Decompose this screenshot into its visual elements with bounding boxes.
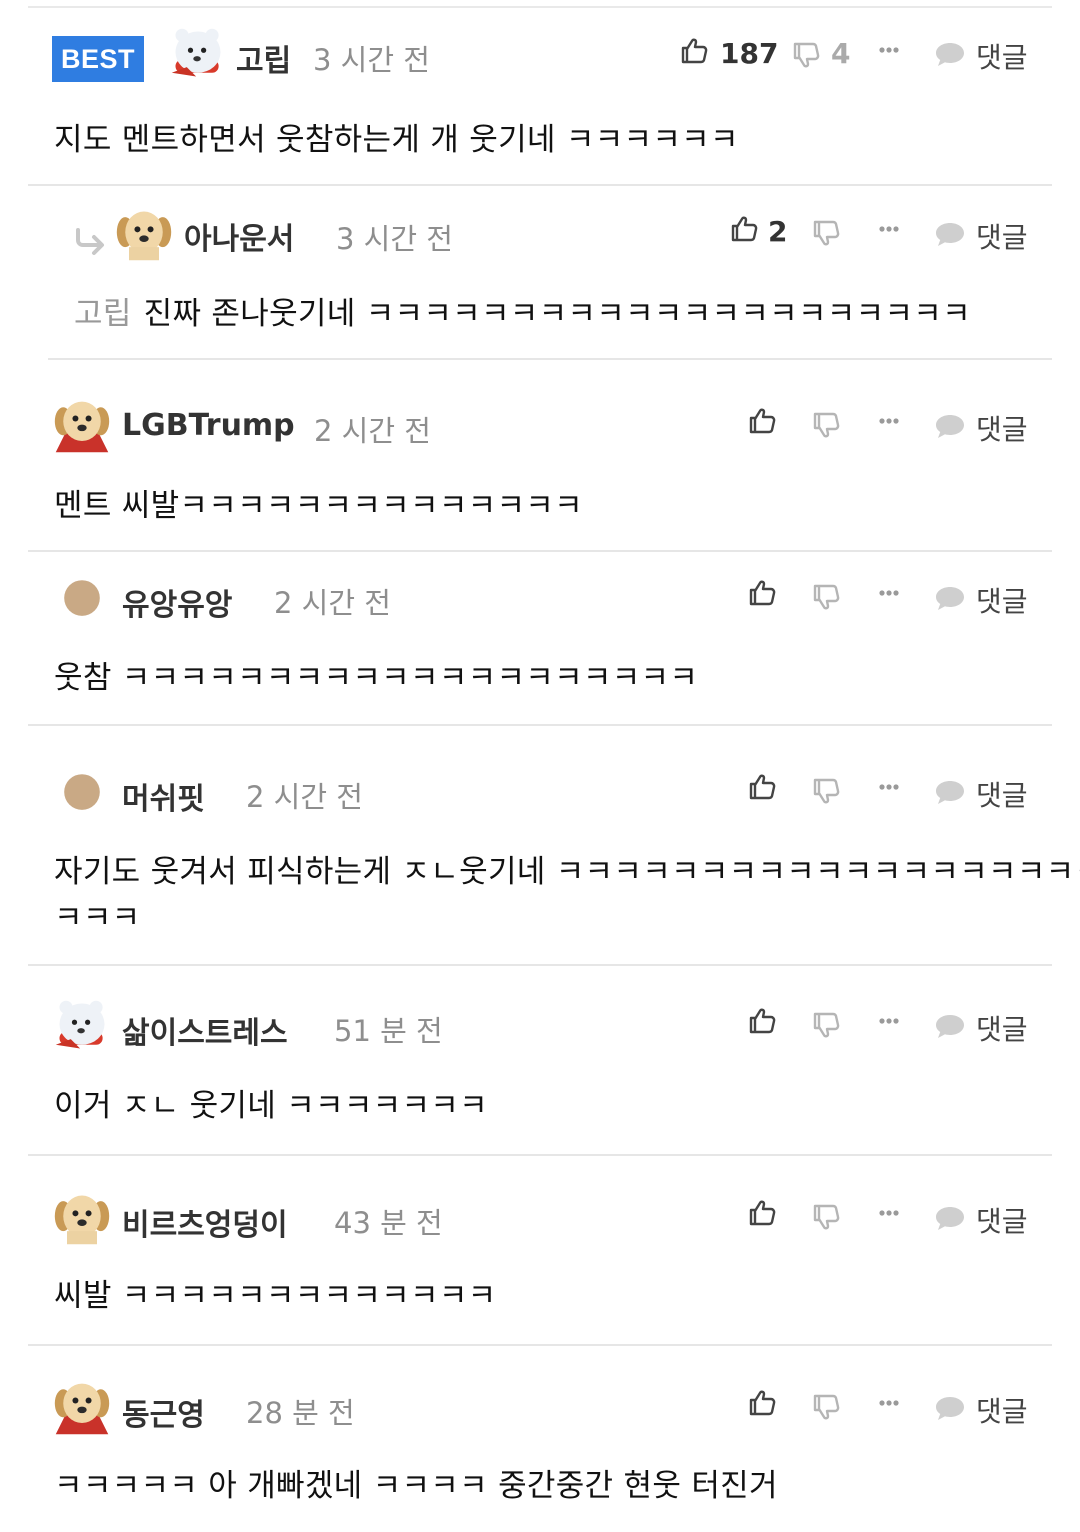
thumb-down-icon[interactable] bbox=[810, 408, 842, 440]
comment-author[interactable]: 아나운서 bbox=[184, 214, 294, 258]
comment-reply: 아나운서 3 시간 전 2 댓글 고립 진짜 존나웃기네 ㅋㅋㅋㅋㅋㅋㅋㅋㅋㅋㅋㅋ… bbox=[28, 186, 1052, 360]
avatar-puppy-icon[interactable] bbox=[52, 1378, 112, 1438]
reply-bubble-icon[interactable] bbox=[934, 1394, 966, 1422]
reply-button[interactable]: 댓글 bbox=[976, 580, 1028, 620]
comment-header: 비르츠엉덩이 43 분 전 댓글 bbox=[28, 1188, 1052, 1248]
comment-author[interactable]: 삶이스트레스 bbox=[122, 1008, 288, 1052]
comment-text: 이거 ㅈㄴ 웃기네 ㅋㅋㅋㅋㅋㅋㅋ bbox=[54, 1088, 488, 1124]
comment-time: 2 시간 전 bbox=[314, 414, 431, 448]
more-options-icon[interactable] bbox=[876, 1395, 902, 1411]
reply-arrow-icon bbox=[76, 228, 104, 255]
comment-author[interactable]: 비르츠엉덩이 bbox=[122, 1200, 288, 1244]
comment-time: 2 시간 전 bbox=[274, 586, 391, 620]
comment-header: LGBTrump 2 시간 전 댓글 bbox=[28, 396, 1052, 456]
more-options-icon[interactable] bbox=[876, 585, 902, 601]
reply-button[interactable]: 댓글 bbox=[976, 216, 1028, 256]
mention-tag[interactable]: 고립 bbox=[74, 296, 132, 332]
avatar-puppy-icon[interactable] bbox=[114, 204, 174, 264]
best-badge: BEST bbox=[52, 36, 144, 82]
avatar-polar-bear-icon[interactable] bbox=[168, 24, 228, 84]
avatar-puppy-icon[interactable] bbox=[52, 396, 112, 456]
comment-author[interactable]: 고립 bbox=[236, 36, 291, 80]
reply-bubble-icon[interactable] bbox=[934, 584, 966, 612]
comment: 유앙유앙 2 시간 전 댓글 웃참 ㅋㅋㅋㅋㅋㅋㅋㅋㅋㅋㅋㅋㅋㅋㅋㅋㅋㅋㅋㅋ bbox=[28, 552, 1052, 726]
comment-author[interactable]: 동근영 bbox=[122, 1390, 205, 1434]
avatar-polar-bear-icon[interactable] bbox=[52, 996, 112, 1056]
comment-header: 아나운서 3 시간 전 2 댓글 bbox=[28, 204, 1052, 264]
comment-best: BEST 고립 3 시간 전 187 4 댓글 지도 멘트하면서 웃참하는게 개… bbox=[28, 8, 1052, 186]
reply-bubble-icon[interactable] bbox=[934, 1012, 966, 1040]
reply-bubble-icon[interactable] bbox=[934, 220, 966, 248]
comment-time: 3 시간 전 bbox=[313, 43, 430, 77]
reply-button[interactable]: 댓글 bbox=[976, 1200, 1028, 1240]
comment-text: 고립 진짜 존나웃기네 ㅋㅋㅋㅋㅋㅋㅋㅋㅋㅋㅋㅋㅋㅋㅋㅋㅋㅋㅋㅋㅋ bbox=[74, 288, 971, 333]
thumb-up-icon[interactable] bbox=[746, 772, 778, 804]
comment-time: 28 분 전 bbox=[246, 1396, 355, 1430]
more-options-icon[interactable] bbox=[876, 413, 902, 429]
thumb-up-icon[interactable] bbox=[728, 214, 760, 246]
thumb-up-icon[interactable] bbox=[746, 1198, 778, 1230]
more-options-icon[interactable] bbox=[876, 221, 902, 237]
thumb-down-icon[interactable] bbox=[810, 1200, 842, 1232]
like-count: 2 bbox=[768, 215, 788, 248]
more-options-icon[interactable] bbox=[876, 1205, 902, 1221]
reply-bubble-icon[interactable] bbox=[934, 412, 966, 440]
comment: 동근영 28 분 전 댓글 ㅋㅋㅋㅋㅋ 아 개빠겠네 ㅋㅋㅋㅋ 중간중간 현웃 … bbox=[28, 1346, 1052, 1532]
reply-bubble-icon[interactable] bbox=[934, 40, 966, 68]
more-options-icon[interactable] bbox=[876, 42, 902, 58]
comment-text: 멘트 씨발ㅋㅋㅋㅋㅋㅋㅋㅋㅋㅋㅋㅋㅋㅋ bbox=[54, 488, 583, 524]
comment-time: 3 시간 전 bbox=[336, 222, 453, 256]
avatar-circle-icon[interactable] bbox=[52, 568, 112, 628]
comment-author[interactable]: LGBTrump bbox=[122, 408, 295, 443]
more-options-icon[interactable] bbox=[876, 1013, 902, 1029]
thumb-down-icon[interactable] bbox=[810, 1390, 842, 1422]
comment-text: 웃참 ㅋㅋㅋㅋㅋㅋㅋㅋㅋㅋㅋㅋㅋㅋㅋㅋㅋㅋㅋㅋ bbox=[54, 660, 699, 696]
thumb-down-icon[interactable] bbox=[810, 774, 842, 806]
thumb-down-icon[interactable] bbox=[810, 580, 842, 612]
thumb-up-icon[interactable] bbox=[678, 36, 710, 68]
comment-text-continued: ㅋㅋㅋ bbox=[54, 900, 141, 936]
reply-bubble-icon[interactable] bbox=[934, 1204, 966, 1232]
comment: LGBTrump 2 시간 전 댓글 멘트 씨발ㅋㅋㅋㅋㅋㅋㅋㅋㅋㅋㅋㅋㅋㅋ bbox=[28, 360, 1052, 552]
reply-button[interactable]: 댓글 bbox=[976, 36, 1028, 76]
thumb-up-icon[interactable] bbox=[746, 578, 778, 610]
comment: 머쉬핏 2 시간 전 댓글 자기도 웃겨서 피식하는게 ㅈㄴ웃기네 ㅋㅋㅋㅋㅋㅋ… bbox=[28, 726, 1080, 966]
comment-time: 2 시간 전 bbox=[246, 780, 363, 814]
avatar-circle-icon[interactable] bbox=[52, 762, 112, 822]
comment-time: 51 분 전 bbox=[334, 1014, 443, 1048]
more-options-icon[interactable] bbox=[876, 779, 902, 795]
comment-header: BEST 고립 3 시간 전 187 4 댓글 bbox=[28, 24, 1052, 84]
comment-text: 씨발 ㅋㅋㅋㅋㅋㅋㅋㅋㅋㅋㅋㅋㅋ bbox=[54, 1278, 497, 1314]
comment-text: ㅋㅋㅋㅋㅋ 아 개빠겠네 ㅋㅋㅋㅋ 중간중간 현웃 터진거 bbox=[54, 1468, 778, 1504]
thumb-up-icon[interactable] bbox=[746, 1388, 778, 1420]
like-count: 187 bbox=[720, 37, 779, 70]
reply-button[interactable]: 댓글 bbox=[976, 774, 1028, 814]
dislike-count: 4 bbox=[831, 37, 851, 70]
reply-button[interactable]: 댓글 bbox=[976, 1008, 1028, 1048]
reply-button[interactable]: 댓글 bbox=[976, 1390, 1028, 1430]
comment-header: 삶이스트레스 51 분 전 댓글 bbox=[28, 996, 1052, 1056]
comment-time: 43 분 전 bbox=[334, 1206, 443, 1240]
thumb-up-icon[interactable] bbox=[746, 406, 778, 438]
comment-header: 동근영 28 분 전 댓글 bbox=[28, 1378, 1052, 1438]
comment: 삶이스트레스 51 분 전 댓글 이거 ㅈㄴ 웃기네 ㅋㅋㅋㅋㅋㅋㅋ bbox=[28, 966, 1052, 1156]
comment-author[interactable]: 유앙유앙 bbox=[122, 580, 232, 624]
comment-header: 유앙유앙 2 시간 전 댓글 bbox=[28, 568, 1052, 628]
comment-header: 머쉬핏 2 시간 전 댓글 bbox=[28, 762, 1052, 822]
thumb-up-icon[interactable] bbox=[746, 1006, 778, 1038]
reply-button[interactable]: 댓글 bbox=[976, 408, 1028, 448]
reply-bubble-icon[interactable] bbox=[934, 778, 966, 806]
comment-text: 지도 멘트하면서 웃참하는게 개 웃기네 ㅋㅋㅋㅋㅋㅋ bbox=[54, 122, 739, 158]
comment-text: 자기도 웃겨서 피식하는게 ㅈㄴ웃기네 ㅋㅋㅋㅋㅋㅋㅋㅋㅋㅋㅋㅋㅋㅋㅋㅋㅋㅋㅋ bbox=[54, 854, 1080, 890]
comment-author[interactable]: 머쉬핏 bbox=[122, 774, 205, 818]
avatar-puppy-icon[interactable] bbox=[52, 1188, 112, 1248]
thumb-down-icon[interactable] bbox=[810, 216, 842, 248]
comment: 비르츠엉덩이 43 분 전 댓글 씨발 ㅋㅋㅋㅋㅋㅋㅋㅋㅋㅋㅋㅋㅋ bbox=[28, 1156, 1052, 1346]
thumb-down-icon[interactable] bbox=[810, 1008, 842, 1040]
comment-text-content: 진짜 존나웃기네 ㅋㅋㅋㅋㅋㅋㅋㅋㅋㅋㅋㅋㅋㅋㅋㅋㅋㅋㅋㅋㅋ bbox=[143, 296, 971, 332]
thumb-down-icon[interactable] bbox=[790, 38, 822, 70]
